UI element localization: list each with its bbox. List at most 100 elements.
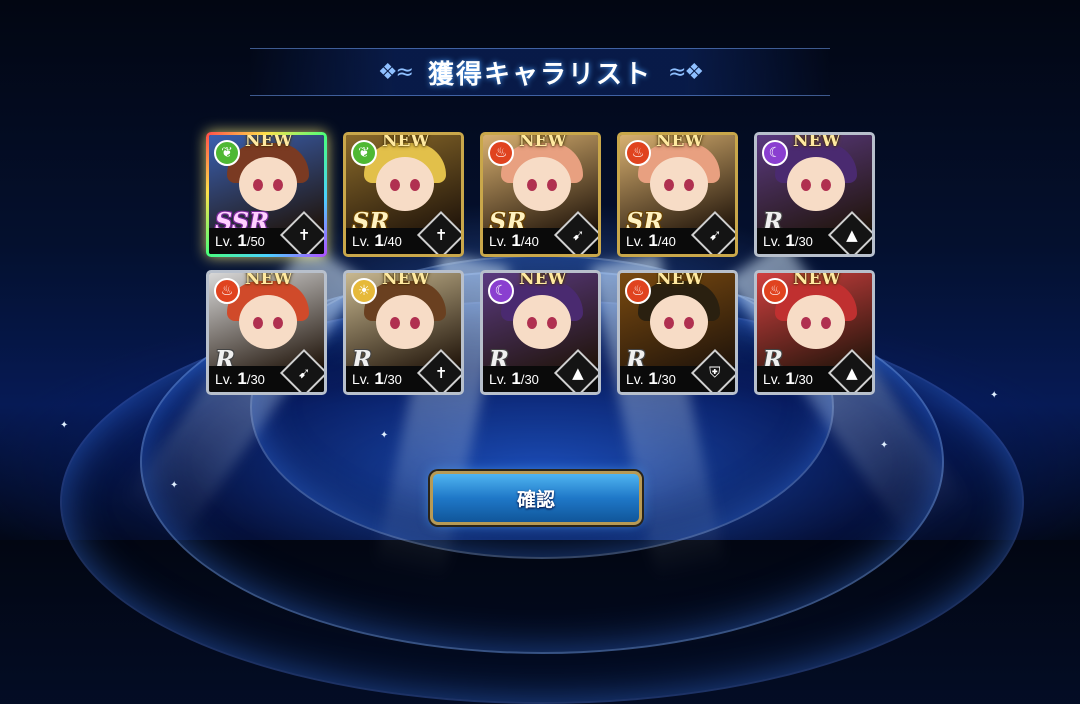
- level-text: Lv. 1/30: [489, 369, 539, 389]
- level-text: Lv. 1/30: [215, 369, 265, 389]
- portrait-face: [650, 295, 708, 349]
- character-card[interactable]: ♨ NEW SR Lv. 1/40 ➹: [617, 132, 738, 257]
- level-value: 1: [232, 369, 247, 388]
- level-value: 1: [369, 369, 384, 388]
- level-max: /40: [383, 234, 402, 249]
- level-prefix: Lv.: [215, 371, 233, 387]
- new-badge: NEW: [656, 270, 704, 289]
- portrait-eye: [527, 179, 537, 191]
- level-text: Lv. 1/30: [763, 231, 813, 251]
- ornament-left-icon: ❖≈: [377, 59, 414, 85]
- level-prefix: Lv.: [489, 233, 507, 249]
- portrait-eye: [390, 179, 400, 191]
- level-prefix: Lv.: [763, 371, 781, 387]
- level-text: Lv. 1/30: [763, 369, 813, 389]
- level-text: Lv. 1/30: [626, 369, 676, 389]
- level-prefix: Lv.: [626, 233, 644, 249]
- sparkle-icon: ✦: [170, 480, 179, 491]
- character-card[interactable]: ♨ NEW R Lv. 1/30 ▲: [754, 270, 875, 395]
- character-grid: ❦ NEW SSR Lv. 1/50 ✝ ❦ NEW SR Lv. 1/40 ✝ ♨ NEW SR Lv.…: [206, 132, 875, 395]
- level-text: Lv. 1/40: [352, 231, 402, 251]
- new-badge: NEW: [382, 132, 430, 151]
- level-text: Lv. 1/30: [352, 369, 402, 389]
- portrait-eye: [390, 317, 400, 329]
- portrait-eye: [664, 179, 674, 191]
- portrait-eye: [410, 179, 420, 191]
- portrait-face: [513, 295, 571, 349]
- confirm-button[interactable]: 確認: [430, 471, 642, 525]
- flame-icon: ♨: [214, 278, 240, 304]
- level-prefix: Lv.: [489, 371, 507, 387]
- portrait-face: [787, 295, 845, 349]
- sparkle-icon: ✦: [880, 440, 889, 451]
- portrait-eye: [664, 317, 674, 329]
- new-badge: NEW: [519, 132, 567, 151]
- new-badge: NEW: [519, 270, 567, 289]
- new-badge: NEW: [656, 132, 704, 151]
- level-prefix: Lv.: [215, 233, 233, 249]
- level-value: 1: [506, 369, 521, 388]
- portrait-eye: [547, 317, 557, 329]
- portrait-face: [239, 157, 297, 211]
- level-value: 1: [643, 369, 658, 388]
- portrait-eye: [273, 317, 283, 329]
- portrait-eye: [821, 317, 831, 329]
- portrait-eye: [821, 179, 831, 191]
- character-card[interactable]: ♨ NEW R Lv. 1/30 ⛨: [617, 270, 738, 395]
- level-prefix: Lv.: [352, 233, 370, 249]
- sparkle-icon: ✦: [990, 390, 999, 401]
- portrait-face: [239, 295, 297, 349]
- page-title: 獲得キャラリスト: [427, 59, 652, 90]
- new-badge: NEW: [245, 132, 293, 151]
- title-banner: ❖≈ 獲得キャラリスト ≈❖: [250, 48, 830, 96]
- character-card[interactable]: ❦ NEW SR Lv. 1/40 ✝: [343, 132, 464, 257]
- level-text: Lv. 1/50: [215, 231, 265, 251]
- character-card[interactable]: ☾ NEW R Lv. 1/30 ▲: [480, 270, 601, 395]
- moon-icon: ☾: [762, 140, 788, 166]
- portrait-eye: [547, 179, 557, 191]
- level-value: 1: [369, 231, 384, 250]
- bow-icon: ➹: [297, 363, 311, 382]
- portrait-eye: [253, 317, 263, 329]
- level-value: 1: [506, 231, 521, 250]
- portrait-eye: [253, 179, 263, 191]
- sparkle-icon: ✦: [380, 430, 389, 441]
- leaf-icon: ❦: [214, 140, 240, 166]
- character-card[interactable]: ☾ NEW R Lv. 1/30 ▲: [754, 132, 875, 257]
- level-max: /30: [794, 372, 813, 387]
- character-card[interactable]: ❦ NEW SSR Lv. 1/50 ✝: [206, 132, 327, 257]
- level-value: 1: [780, 231, 795, 250]
- portrait-eye: [527, 317, 537, 329]
- sword-icon: ✝: [434, 225, 448, 244]
- character-card[interactable]: ☀ NEW R Lv. 1/30 ✝: [343, 270, 464, 395]
- moon-icon: ☾: [488, 278, 514, 304]
- shield-icon: ⛨: [709, 363, 721, 382]
- level-max: /30: [657, 372, 676, 387]
- bow-icon: ➹: [571, 225, 585, 244]
- portrait-eye: [684, 317, 694, 329]
- portrait-eye: [684, 179, 694, 191]
- level-max: /30: [246, 372, 265, 387]
- wizard-hat-icon: ▲: [846, 363, 858, 382]
- level-prefix: Lv.: [763, 233, 781, 249]
- cross-icon: ✝: [297, 225, 311, 244]
- sparkle-icon: ✦: [60, 420, 69, 431]
- cross-icon: ✝: [434, 363, 448, 382]
- level-value: 1: [643, 231, 658, 250]
- flame-icon: ♨: [625, 278, 651, 304]
- leaf-icon: ❦: [351, 140, 377, 166]
- level-text: Lv. 1/40: [626, 231, 676, 251]
- level-max: /30: [794, 234, 813, 249]
- character-card[interactable]: ♨ NEW R Lv. 1/30 ➹: [206, 270, 327, 395]
- new-badge: NEW: [245, 270, 293, 289]
- new-badge: NEW: [793, 132, 841, 151]
- portrait-eye: [801, 179, 811, 191]
- character-card[interactable]: ♨ NEW SR Lv. 1/40 ➹: [480, 132, 601, 257]
- portrait-face: [376, 157, 434, 211]
- bow-icon: ➹: [708, 225, 722, 244]
- portrait-face: [650, 157, 708, 211]
- new-badge: NEW: [382, 270, 430, 289]
- new-badge: NEW: [793, 270, 841, 289]
- ornament-right-icon: ≈❖: [668, 59, 704, 85]
- level-max: /30: [383, 372, 402, 387]
